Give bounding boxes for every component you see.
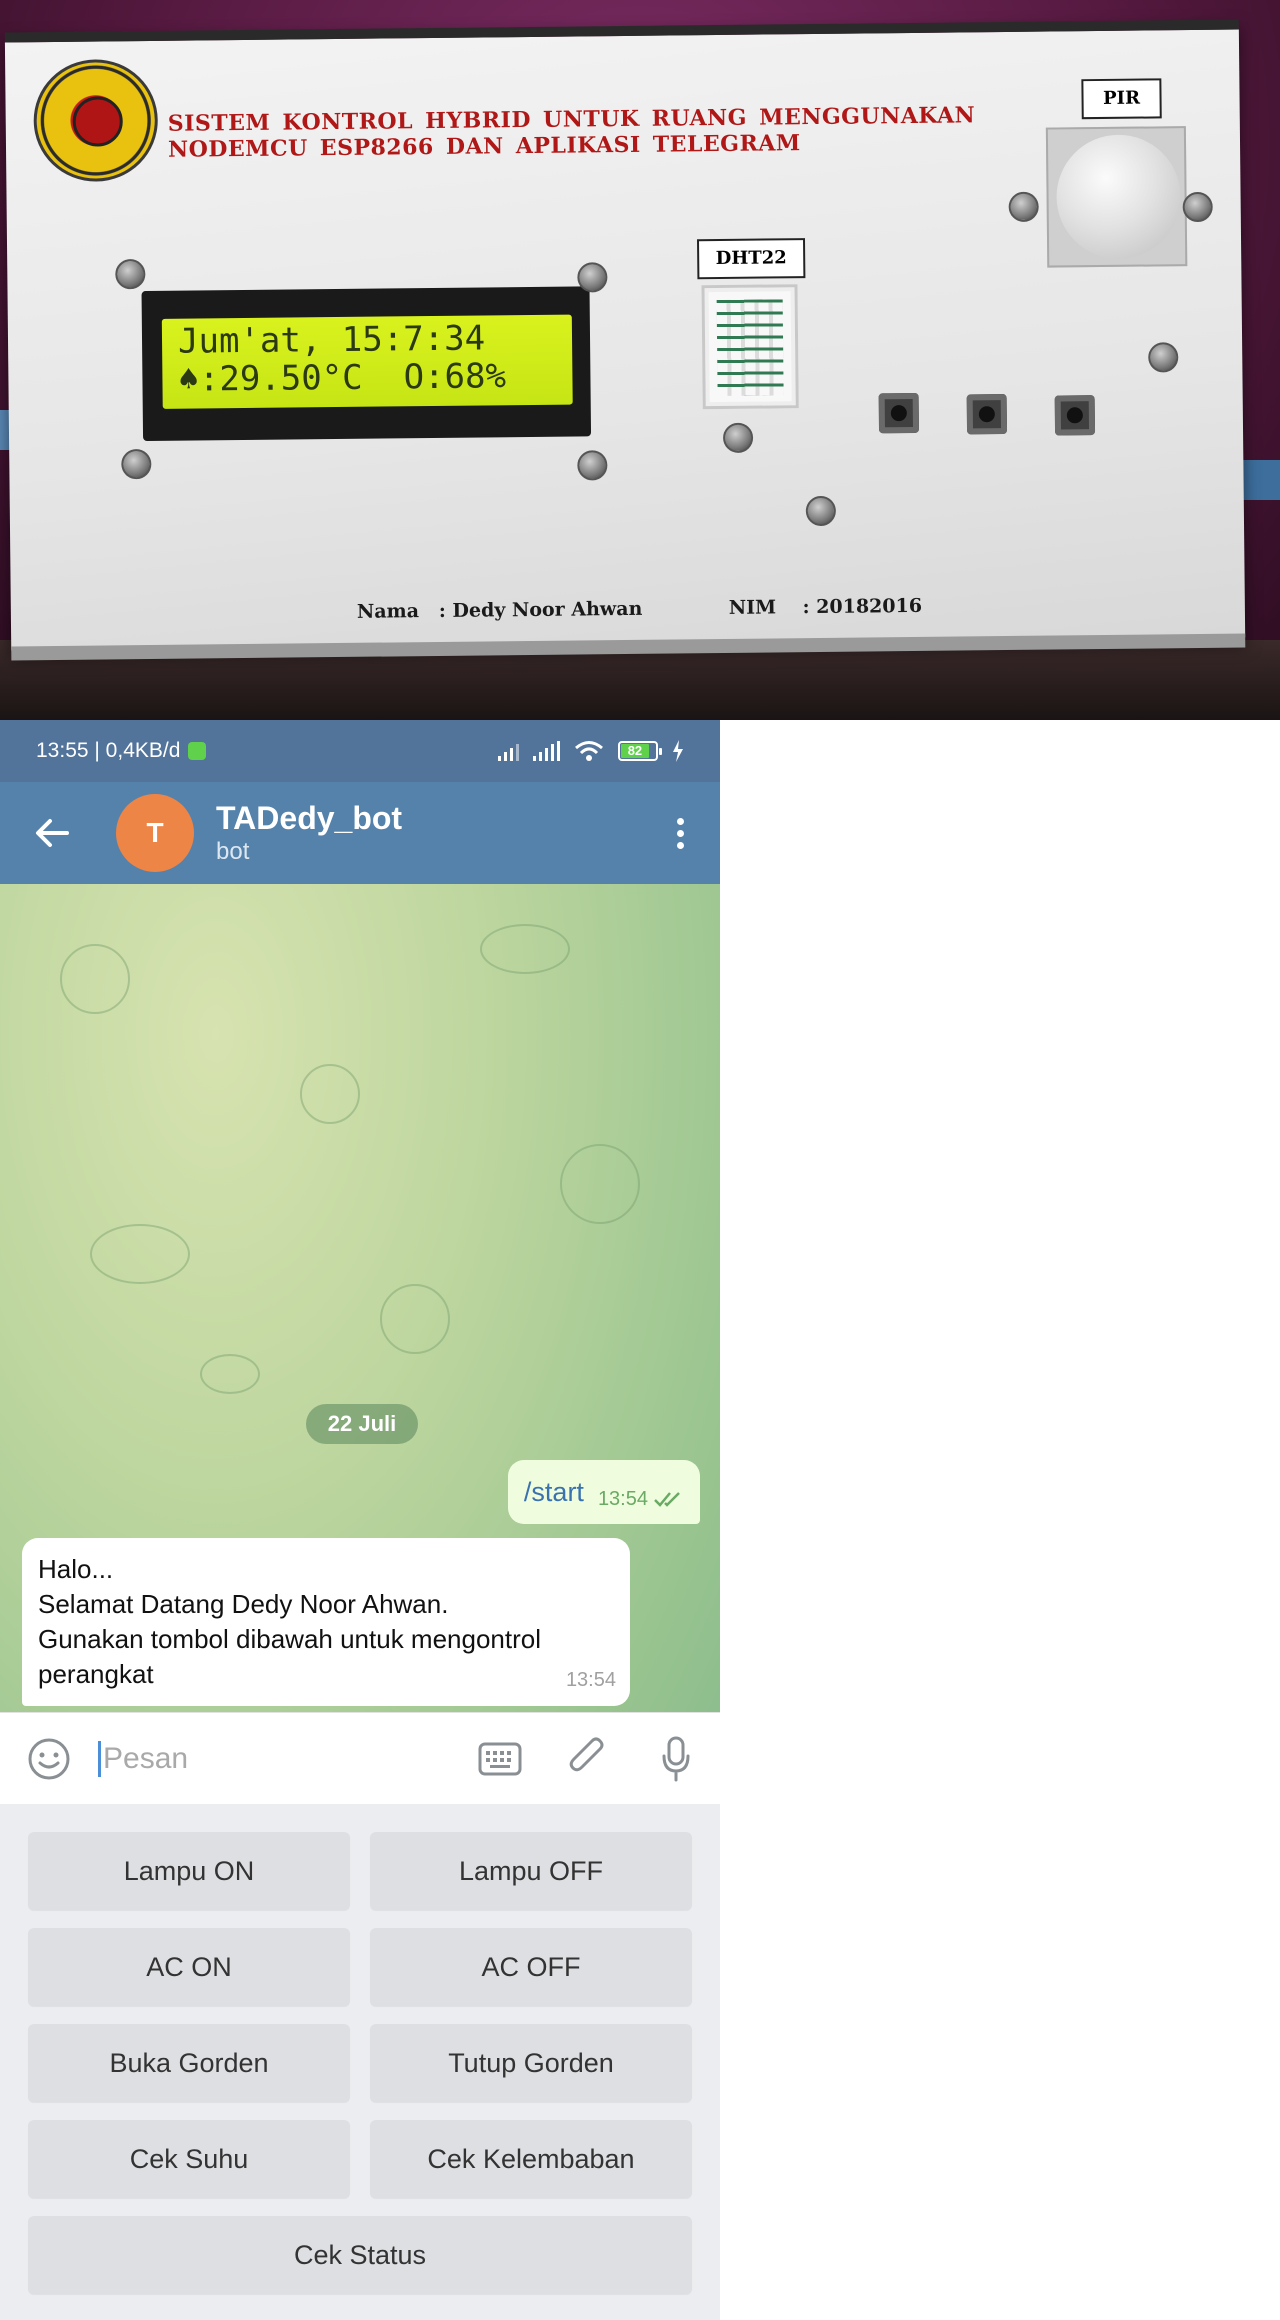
wallpaper-doodle [480, 924, 570, 974]
push-button [1054, 395, 1096, 436]
kb-button-tutup-gorden[interactable]: Tutup Gorden [370, 2024, 692, 2102]
kb-button-ac-on[interactable]: AC ON [28, 1928, 350, 2006]
smiley-icon [28, 1738, 70, 1779]
date-chip: 22 Juli [306, 1404, 418, 1444]
message-input[interactable]: Pesan [98, 1740, 456, 1777]
student-name: Nama : Dedy Noor Ahwan [356, 597, 643, 623]
data-saver-icon [188, 742, 207, 760]
lcd-line-1: Jum'at, 15:7:34 [177, 318, 486, 362]
screw [577, 450, 608, 481]
incoming-message-line: perangkat [38, 1659, 154, 1689]
status-time-speed: 13:55 | 0,4KB/d [36, 739, 181, 762]
lcd-line-2: ♠:29.50°C O:68% [178, 356, 507, 400]
battery-icon: 82 [618, 741, 662, 761]
avatar[interactable]: T [116, 794, 194, 872]
signal-4g-icon [533, 741, 560, 761]
back-button[interactable] [0, 782, 104, 884]
control-box: SISTEM KONTROL HYBRID UNTUK RUANG MENGGU… [4, 19, 1246, 661]
wallpaper-doodle [200, 1354, 260, 1394]
pir-sensor [1045, 126, 1188, 268]
kb-button-lampu-on[interactable]: Lampu ON [28, 1832, 350, 1910]
kb-button-cek-status[interactable]: Cek Status [28, 2216, 692, 2294]
incoming-message-line: Halo... [38, 1554, 114, 1584]
kb-button-buka-gorden[interactable]: Buka Gorden [28, 2024, 350, 2102]
battery-level: 82 [621, 744, 649, 758]
wifi-icon [575, 741, 603, 761]
screw [722, 422, 754, 453]
voice-button[interactable] [632, 1713, 720, 1805]
wallpaper-doodle [60, 944, 130, 1014]
outgoing-message-meta: 13:54 [598, 1488, 684, 1511]
wallpaper-doodle [380, 1284, 450, 1354]
wallpaper-doodle [560, 1144, 640, 1224]
telegram-screenshot: 13:55 | 0,4KB/d 82 T TADedy_bot bot 22 J… [0, 720, 720, 2320]
push-button [878, 392, 920, 434]
incoming-message-time: 13:54 [565, 1669, 616, 1691]
university-logo [33, 58, 159, 183]
chat-info[interactable]: TADedy_bot bot [216, 799, 402, 867]
dht-label: DHT22 [697, 238, 806, 280]
keyboard-icon [478, 1742, 522, 1775]
more-menu-button[interactable] [640, 782, 720, 884]
emoji-button[interactable] [0, 1713, 98, 1805]
chat-subtitle: bot [216, 838, 250, 865]
bot-keyboard-button[interactable] [456, 1713, 544, 1805]
bot-reply-keyboard: Lampu ON Lampu OFF AC ON AC OFF Buka Gor… [0, 1804, 720, 2320]
project-title: SISTEM KONTROL HYBRID UNTUK RUANG MENGGU… [168, 102, 976, 162]
chat-title: TADedy_bot [216, 800, 403, 836]
outgoing-message[interactable]: /start 13:54 [507, 1460, 700, 1524]
message-input-placeholder: Pesan [98, 1740, 188, 1777]
attach-button[interactable] [544, 1713, 632, 1805]
screw [805, 495, 837, 527]
lcd-screen: Jum'at, 15:7:34 ♠:29.50°C O:68% [161, 314, 573, 409]
kb-button-lampu-off[interactable]: Lampu OFF [370, 1832, 692, 1910]
kb-button-ac-off[interactable]: AC OFF [370, 1928, 692, 2006]
screw [1008, 191, 1039, 222]
paperclip-icon [569, 1737, 604, 1771]
outgoing-message-text[interactable]: /start [524, 1477, 584, 1508]
incoming-message-line: Selamat Datang Dedy Noor Ahwan. [38, 1589, 449, 1619]
dht-sensor [701, 284, 799, 410]
push-button [966, 394, 1008, 435]
wallpaper-doodle [300, 1064, 360, 1124]
device-photo: SISTEM KONTROL HYBRID UNTUK RUANG MENGGU… [0, 0, 1280, 720]
incoming-message[interactable]: Halo... Selamat Datang Dedy Noor Ahwan. … [22, 1538, 630, 1706]
kb-button-cek-suhu[interactable]: Cek Suhu [28, 2120, 350, 2198]
chat-header: T TADedy_bot bot [0, 782, 720, 884]
pir-label: PIR [1081, 78, 1162, 120]
screw [1182, 191, 1213, 223]
outgoing-message-time: 13:54 [597, 1487, 648, 1510]
double-check-icon [654, 1492, 680, 1507]
kb-button-cek-kelembaban[interactable]: Cek Kelembaban [370, 2120, 692, 2198]
status-bar: 13:55 | 0,4KB/d 82 [0, 720, 720, 782]
wallpaper-doodle [90, 1224, 190, 1284]
incoming-message-line: Gunakan tombol dibawah untuk mengontrol [38, 1624, 541, 1654]
screw [577, 262, 608, 293]
arrow-left-icon [36, 819, 69, 847]
signal-icon [498, 741, 519, 761]
student-nim: NIM : 20182016 [728, 594, 923, 619]
screw [115, 259, 146, 290]
charging-icon [673, 740, 683, 762]
screw [121, 448, 152, 480]
message-composer: Pesan [0, 1712, 720, 1804]
microphone-icon [662, 1736, 690, 1781]
lcd-display: Jum'at, 15:7:34 ♠:29.50°C O:68% [141, 286, 592, 442]
screw [1148, 342, 1179, 373]
